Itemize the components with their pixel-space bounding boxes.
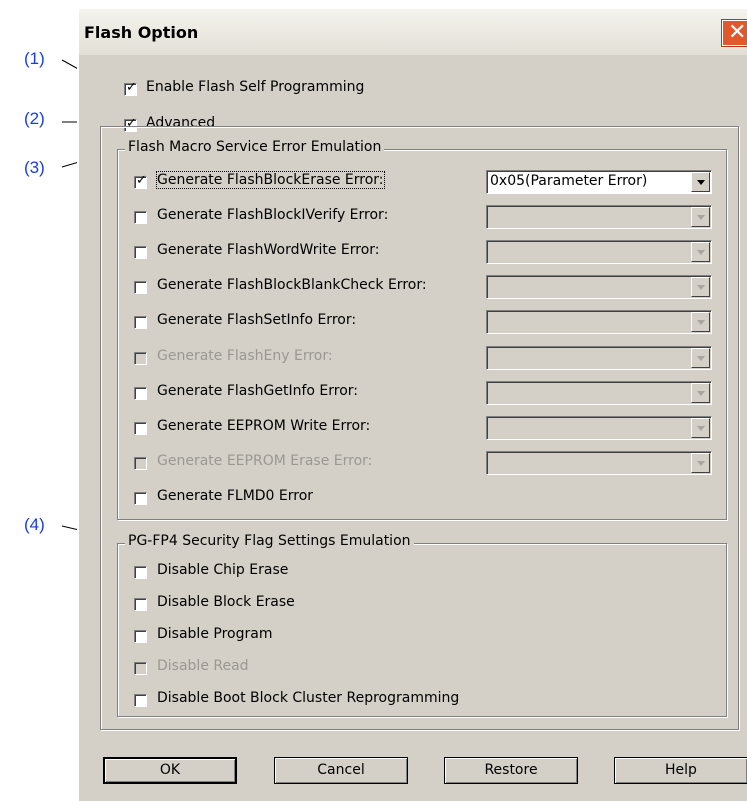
dropdown-arrow-icon: [691, 242, 710, 262]
fms-row-checkbox[interactable]: [134, 387, 147, 400]
select-value: 0x05(Parameter Error): [490, 173, 648, 189]
security-row-checkbox: [134, 662, 147, 675]
fms-row-checkbox[interactable]: [134, 281, 147, 294]
fms-row-checkbox[interactable]: [134, 211, 147, 224]
fms-row-error-select: [486, 346, 712, 370]
security-row-checkbox[interactable]: [134, 566, 147, 579]
fms-row-checkbox[interactable]: [134, 316, 147, 329]
dropdown-arrow-icon: [691, 418, 710, 438]
flash-option-dialog: Flash Option ✕ ✓ Enable Flash Self Progr…: [77, 7, 747, 801]
dropdown-arrow-icon: [691, 207, 710, 227]
fms-row-label: Generate FLMD0 Error: [157, 488, 314, 504]
checkmark-icon: ✓: [126, 80, 137, 95]
fms-row-checkbox[interactable]: ✓: [134, 173, 147, 189]
security-row-checkbox[interactable]: [134, 694, 147, 707]
fms-row-label: Generate FlashBlockBlankCheck Error:: [157, 277, 427, 293]
restore-button[interactable]: Restore: [444, 757, 578, 784]
security-group-title: PG-FP4 Security Flag Settings Emulation: [125, 533, 414, 549]
fms-row-checkbox: [134, 352, 147, 365]
fms-row-checkbox[interactable]: [134, 422, 147, 435]
security-row-checkbox[interactable]: [134, 598, 147, 611]
dropdown-arrow-icon: [691, 277, 710, 297]
security-row-label: Disable Read: [157, 658, 249, 674]
fms-row-error-select: [486, 275, 712, 299]
fms-row-checkbox: [134, 457, 147, 470]
fms-row-error-select[interactable]: 0x05(Parameter Error): [486, 170, 712, 194]
fms-row-error-select: [486, 240, 712, 264]
fms-row-checkbox[interactable]: [134, 492, 147, 505]
checkmark-icon: ✓: [136, 173, 147, 188]
dropdown-arrow-icon: [691, 453, 710, 473]
dropdown-arrow-icon[interactable]: [691, 172, 710, 192]
dropdown-arrow-icon: [691, 312, 710, 332]
fms-row-label: Generate FlashEny Error:: [157, 348, 333, 364]
fms-row-label: Generate FlashWordWrite Error:: [157, 242, 380, 258]
dropdown-arrow-icon: [691, 348, 710, 368]
security-row-label: Disable Chip Erase: [157, 562, 289, 578]
close-icon: ✕: [728, 20, 747, 45]
fms-row-label: Generate FlashSetInfo Error:: [157, 312, 357, 328]
fms-row-error-select: [486, 310, 712, 334]
fms-row-error-select: [486, 205, 712, 229]
help-button[interactable]: Help: [614, 757, 747, 784]
security-row-checkbox[interactable]: [134, 630, 147, 643]
security-row-label: Disable Program: [157, 626, 273, 642]
window-title: Flash Option: [84, 23, 199, 42]
fms-row-label: Generate FlashBlockIVerify Error:: [157, 207, 389, 223]
fms-row-label: Generate FlashBlockErase Error:: [156, 171, 385, 189]
close-button[interactable]: ✕: [722, 20, 747, 46]
enable-self-programming-label: Enable Flash Self Programming: [146, 79, 365, 95]
fms-row-error-select: [486, 416, 712, 440]
fms-row-label: Generate EEPROM Erase Error:: [157, 453, 373, 469]
security-row-label: Disable Block Erase: [157, 594, 295, 610]
fms-row-label: Generate FlashGetInfo Error:: [157, 383, 359, 399]
fms-row-error-select: [486, 381, 712, 405]
fms-row-checkbox[interactable]: [134, 246, 147, 259]
fms-row-label: Generate EEPROM Write Error:: [157, 418, 371, 434]
enable-self-programming-checkbox[interactable]: ✓: [124, 80, 137, 96]
ok-button[interactable]: OK: [103, 757, 237, 784]
title-bar[interactable]: Flash Option ✕: [79, 9, 747, 55]
fms-row-error-select: [486, 451, 712, 475]
dropdown-arrow-icon: [691, 383, 710, 403]
cancel-button[interactable]: Cancel: [274, 757, 408, 784]
fms-group-title: Flash Macro Service Error Emulation: [125, 139, 385, 155]
security-row-label: Disable Boot Block Cluster Reprogramming: [157, 690, 460, 706]
